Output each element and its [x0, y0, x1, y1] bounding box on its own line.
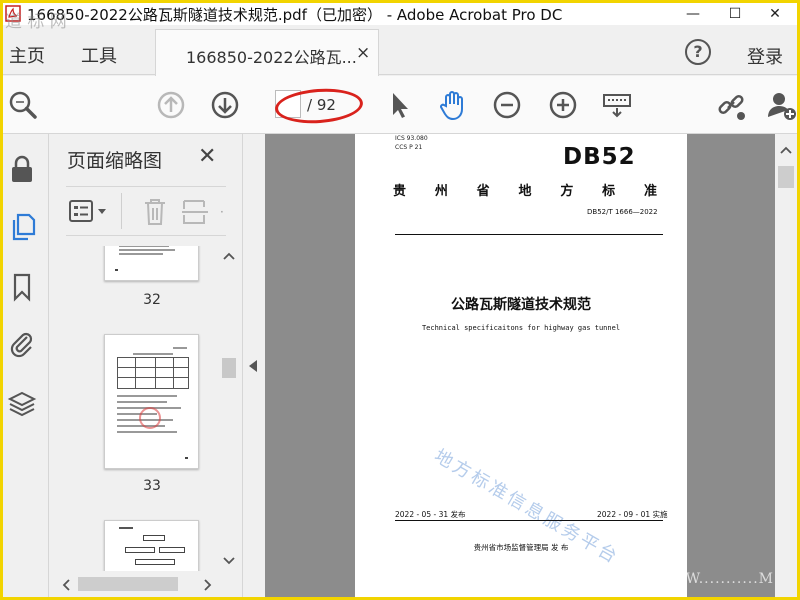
collapse-panel-icon[interactable]: [249, 360, 257, 372]
doc-title: 公路瓦斯隧道技术规范: [451, 297, 591, 313]
window-title: 166850-2022公路瓦斯隧道技术规范.pdf（已加密） - Adobe A…: [27, 6, 563, 24]
document-tab-label: 166850-2022公路瓦...: [186, 48, 357, 67]
scroll-up-icon[interactable]: [223, 252, 235, 260]
title-bar: 166850-2022公路瓦斯隧道技术规范.pdf（已加密） - Adobe A…: [3, 3, 797, 25]
doc-divider: [395, 520, 663, 521]
delete-page-icon[interactable]: [142, 197, 168, 227]
help-icon[interactable]: ?: [685, 39, 711, 65]
layers-icon[interactable]: [7, 388, 37, 418]
doc-province-char: 方: [560, 184, 574, 199]
thumbnail-options-icon[interactable]: [68, 199, 110, 225]
close-window-button[interactable]: ✕: [755, 3, 795, 25]
doc-divider: [395, 234, 663, 235]
scroll-down-icon[interactable]: [223, 557, 235, 565]
tab-document[interactable]: 166850-2022公路瓦... ×: [155, 29, 379, 76]
scroll-right-icon[interactable]: [204, 579, 212, 591]
scrollbar-thumb[interactable]: [78, 577, 178, 591]
thumbnail-horizontal-scrollbar[interactable]: [58, 573, 218, 595]
maximize-button[interactable]: ☐: [715, 3, 755, 25]
app-window: 166850-2022公路瓦斯隧道技术规范.pdf（已加密） - Adobe A…: [3, 3, 797, 597]
login-button[interactable]: 登录: [747, 43, 783, 69]
scroll-left-icon[interactable]: [62, 579, 70, 591]
prev-page-icon[interactable]: [155, 89, 187, 121]
zoom-in-icon[interactable]: [547, 89, 579, 121]
site-url-watermark: WWW...........M: [655, 571, 775, 587]
doc-province-char: 地: [518, 184, 532, 199]
close-panel-button[interactable]: ✕: [198, 144, 216, 169]
left-tool-rail: [3, 134, 49, 597]
thumbnail-panel: 页面缩略图 ✕ · 32 33: [50, 134, 242, 597]
doc-province-char: 准: [643, 184, 657, 199]
doc-province-char: 省: [476, 184, 490, 199]
toolbar-divider: [121, 193, 122, 229]
link-share-icon[interactable]: [715, 89, 747, 121]
page-thumbnails-icon[interactable]: [7, 212, 37, 242]
doc-classification: ICS 93.080 CCS P 21: [395, 134, 428, 152]
document-vertical-scrollbar[interactable]: [775, 134, 797, 597]
thumbnail-list: 32 33: [66, 246, 214, 571]
doc-province-heading: 贵 州 省 地 方 标 准: [393, 180, 657, 199]
doc-issue-date: 2022 - 05 - 31 发布: [395, 510, 466, 519]
bookmark-icon[interactable]: [7, 272, 37, 302]
zoom-out-icon[interactable]: [491, 89, 523, 121]
more-tools-indicator[interactable]: ·: [220, 205, 224, 219]
thumbnail-page-34[interactable]: [104, 520, 199, 571]
thumbnail-panel-title: 页面缩略图: [67, 150, 163, 172]
doc-province-char: 标: [602, 184, 616, 199]
doc-standard-mark: DB52: [563, 144, 636, 170]
scrollbar-thumb[interactable]: [778, 166, 794, 188]
search-icon[interactable]: [7, 89, 39, 121]
thumbnail-toolbar: ·: [66, 186, 226, 236]
doc-ics: ICS 93.080: [395, 135, 428, 142]
panel-splitter[interactable]: [242, 134, 264, 597]
doc-ccs: CCS P 21: [395, 144, 423, 151]
main-toolbar: / 92: [3, 76, 797, 134]
thumbnail-page-33[interactable]: [104, 334, 199, 469]
attachment-icon[interactable]: [7, 329, 37, 359]
doc-province-char: 州: [434, 184, 448, 199]
thumbnail-page-label: 32: [143, 292, 161, 308]
document-viewport[interactable]: ICS 93.080 CCS P 21 DB52 贵 州 省 地 方 标 准 D…: [265, 134, 775, 597]
doc-issuer: 贵州省市场监督管理局 发 布: [473, 543, 569, 552]
doc-standard-code: DB52/T 1666—2022: [587, 208, 658, 216]
scrollbar-thumb[interactable]: [222, 358, 236, 378]
next-page-icon[interactable]: [209, 89, 241, 121]
minimize-button[interactable]: —: [673, 3, 713, 25]
pdf-page: ICS 93.080 CCS P 21 DB52 贵 州 省 地 方 标 准 D…: [355, 134, 687, 597]
doc-province-char: 贵: [393, 184, 407, 199]
lock-icon[interactable]: [7, 154, 37, 184]
tab-tools[interactable]: 工具: [81, 42, 117, 68]
site-watermark: 道 标 网: [5, 12, 67, 32]
doc-effective-date: 2022 - 09 - 01 实施: [597, 510, 668, 519]
scroll-up-icon[interactable]: [780, 146, 792, 154]
thumbnail-page-32[interactable]: [104, 246, 199, 281]
keyboard-icon[interactable]: [601, 89, 633, 121]
add-user-icon[interactable]: [765, 89, 797, 121]
select-arrow-icon[interactable]: [383, 89, 415, 121]
extract-page-icon[interactable]: [180, 197, 210, 227]
doc-english-title: Technical specificaitons for highway gas…: [421, 324, 621, 332]
tab-bar: 主页 工具 166850-2022公路瓦... × ? 登录: [3, 25, 797, 76]
thumbnail-page-label: 33: [143, 478, 161, 494]
thumbnail-vertical-scrollbar[interactable]: [220, 246, 238, 571]
tab-home[interactable]: 主页: [9, 42, 45, 68]
close-tab-button[interactable]: ×: [356, 43, 370, 63]
hand-tool-icon[interactable]: [437, 89, 469, 121]
